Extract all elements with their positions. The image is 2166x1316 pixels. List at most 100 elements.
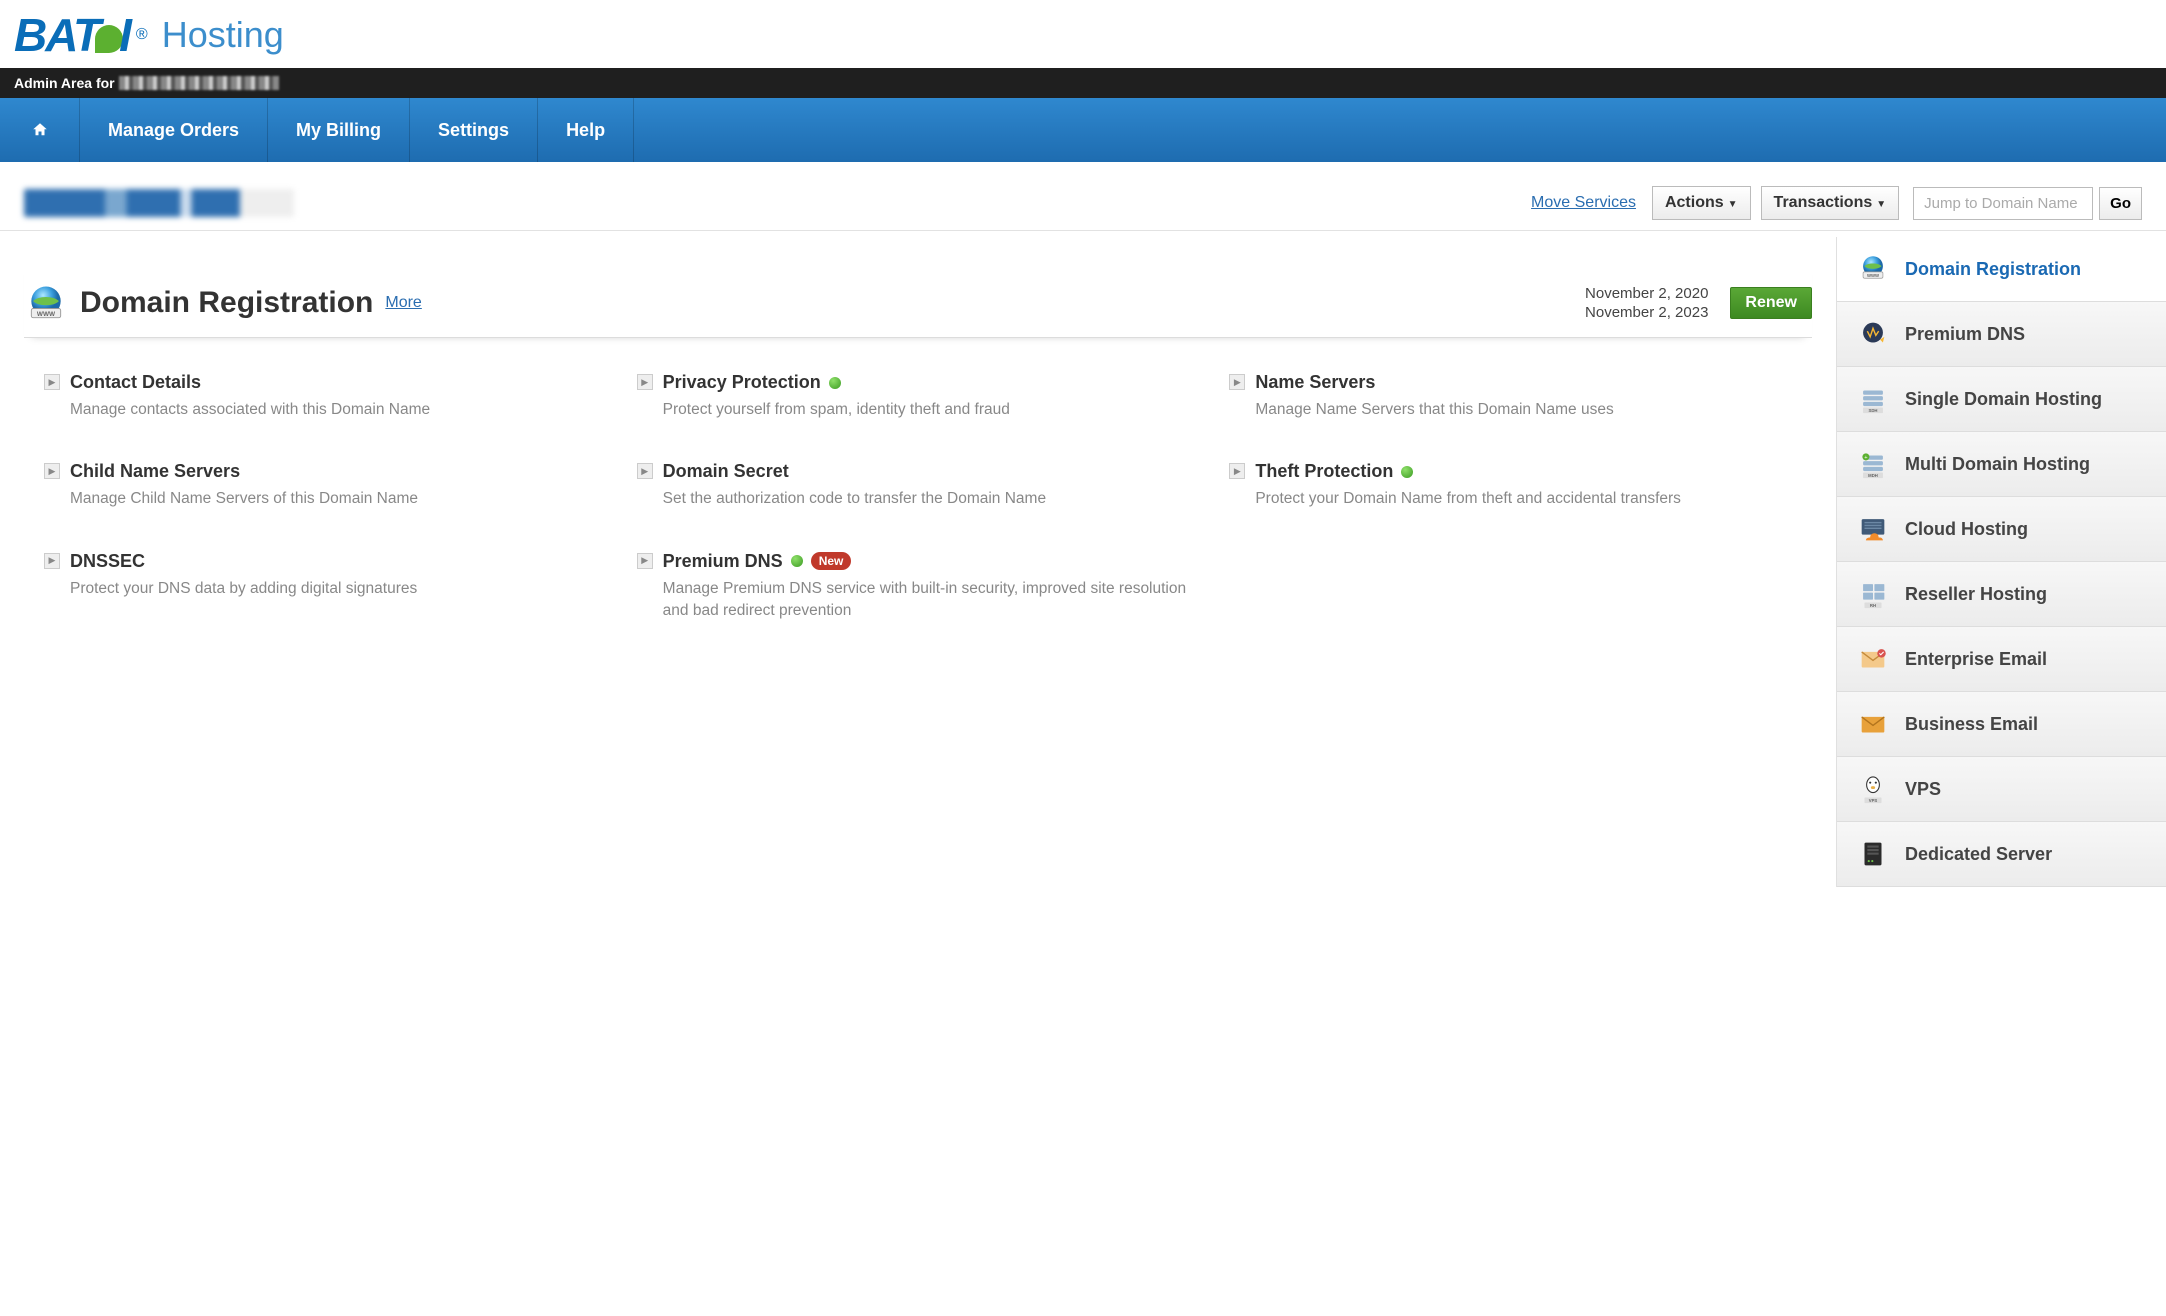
feature-title: Privacy Protection	[663, 372, 1010, 393]
feature-card: ▶Child Name ServersManage Child Name Ser…	[44, 461, 607, 510]
feature-desc: Protect yourself from spam, identity the…	[663, 399, 1010, 421]
feature-desc: Protect your Domain Name from theft and …	[1255, 488, 1681, 510]
nav-label: My Billing	[296, 120, 381, 141]
nav-manage-orders[interactable]: Manage Orders	[80, 98, 268, 162]
feature-card-body[interactable]: Name Servers Manage Name Servers that thi…	[1255, 372, 1613, 421]
feature-card-body[interactable]: Domain Secret Set the authorization code …	[663, 461, 1046, 510]
feature-card-body[interactable]: Theft ProtectionProtect your Domain Name…	[1255, 461, 1681, 510]
brand-header: BATI ® Hosting	[0, 0, 2166, 68]
brand-word: BATI	[14, 8, 130, 62]
nav-home[interactable]	[0, 98, 80, 162]
globe-www-icon: WWW	[24, 281, 68, 325]
arrow-icon: ▶	[637, 463, 653, 479]
feature-card: ▶ Theft ProtectionProtect your Domain Nam…	[1229, 461, 1792, 510]
arrow-icon: ▶	[637, 374, 653, 390]
feature-title: Child Name Servers	[70, 461, 418, 482]
arrow-icon: ▶	[44, 553, 60, 569]
feature-card: ▶ Domain Secret Set the authorization code…	[637, 461, 1200, 510]
caret-down-icon: ▼	[1876, 199, 1886, 210]
sidebar-item-dedicated-server[interactable]: Dedicated Server	[1837, 822, 2166, 887]
main-nav: Manage Orders My Billing Settings Help	[0, 98, 2166, 162]
svg-text:VPS: VPS	[1869, 798, 1878, 803]
home-icon	[30, 121, 50, 139]
sidebar: WWW Domain Registration Premium DNS SDHSing…	[1836, 237, 2166, 887]
main-content: WWW Domain Registration More November 2,…	[0, 231, 1836, 663]
nav-help[interactable]: Help	[538, 98, 634, 162]
sidebar-item-enterprise-email[interactable]: Enterprise Email	[1837, 627, 2166, 692]
nav-my-billing[interactable]: My Billing	[268, 98, 410, 162]
date-start: November 2, 2020	[1585, 284, 1708, 304]
sidebar-item-vps[interactable]: VPS VPS	[1837, 757, 2166, 822]
feature-card-body[interactable]: Privacy Protection Protect yourself from …	[663, 372, 1010, 421]
sidebar-item-domain-registration[interactable]: WWW Domain Registration	[1837, 237, 2166, 302]
dates-block: November 2, 2020 November 2, 2023	[1585, 284, 1708, 323]
feature-desc: Manage Premium DNS service with built-in…	[663, 578, 1200, 623]
globe-icon: WWW	[1855, 251, 1891, 287]
nav-settings[interactable]: Settings	[410, 98, 538, 162]
move-services-link[interactable]: Move Services	[1531, 194, 1636, 212]
caret-down-icon: ▼	[1728, 199, 1738, 210]
sidebar-item-cloud-hosting[interactable]: Cloud Hosting	[1837, 497, 2166, 562]
nav-label: Help	[566, 120, 605, 141]
sidebar-item-label: Reseller Hosting	[1905, 584, 2047, 605]
reseller-icon: RH	[1855, 576, 1891, 612]
admin-name-blurred	[119, 76, 279, 90]
feature-card: ▶ DNSSECProtect your DNS data by adding d…	[44, 551, 607, 623]
nav-label: Settings	[438, 120, 509, 141]
svg-text:MDH: MDH	[1868, 473, 1878, 478]
arrow-icon: ▶	[637, 553, 653, 569]
more-link[interactable]: More	[385, 294, 421, 312]
feature-card-body[interactable]: Child Name Servers Manage Child Name Serv…	[70, 461, 418, 510]
sidebar-item-label: Domain Registration	[1905, 259, 2081, 280]
feature-card-body[interactable]: Contact DetailsManage contacts associate…	[70, 372, 430, 421]
sdh-icon: SDH	[1855, 381, 1891, 417]
feature-title: Premium DNSNew	[663, 551, 1200, 572]
status-dot-icon	[791, 555, 803, 567]
feature-title: Name Servers	[1255, 372, 1613, 393]
sidebar-item-reseller-hosting[interactable]: RH Reseller Hosting	[1837, 562, 2166, 627]
feature-card: ▶ Contact DetailsManage contacts associat…	[44, 372, 607, 421]
feature-card-body[interactable]: Premium DNSNew Manage Premium DNS service…	[663, 551, 1200, 623]
sidebar-item-single-domain-hosting[interactable]: SDHSingle Domain Hosting	[1837, 367, 2166, 432]
sidebar-item-label: Premium DNS	[1905, 324, 2025, 345]
svg-text:WWW: WWW	[37, 311, 56, 318]
date-end: November 2, 2023	[1585, 303, 1708, 323]
feature-card: ▶ Premium DNSNew Manage Premium DNS servic…	[637, 551, 1200, 623]
sidebar-item-label: VPS	[1905, 779, 1941, 800]
server-icon	[1855, 836, 1891, 872]
admin-prefix: Admin Area for	[14, 75, 115, 91]
sidebar-item-premium-dns[interactable]: Premium DNS	[1837, 302, 2166, 367]
sidebar-item-multi-domain-hosting[interactable]: +MDHMulti Domain Hosting	[1837, 432, 2166, 497]
admin-bar: Admin Area for	[0, 68, 2166, 98]
feature-card-body[interactable]: DNSSECProtect your DNS data by adding di…	[70, 551, 417, 623]
transactions-dropdown[interactable]: Transactions▼	[1761, 186, 1900, 220]
sidebar-item-label: Dedicated Server	[1905, 844, 2052, 865]
sidebar-item-label: Cloud Hosting	[1905, 519, 2028, 540]
arrow-icon: ▶	[44, 374, 60, 390]
vps-icon: VPS	[1855, 771, 1891, 807]
feature-card: ▶ Privacy Protection Protect yourself from…	[637, 372, 1200, 421]
feature-title: Contact Details	[70, 372, 430, 393]
jump-domain-input[interactable]	[1913, 187, 2093, 220]
feature-title: DNSSEC	[70, 551, 417, 572]
pdns-icon	[1855, 316, 1891, 352]
go-button[interactable]: Go	[2099, 187, 2142, 220]
arrow-icon: ▶	[1229, 374, 1245, 390]
feature-desc: Manage Child Name Servers of this Domain…	[70, 488, 418, 510]
arrow-icon: ▶	[1229, 463, 1245, 479]
feature-title: Domain Secret	[663, 461, 1046, 482]
reg-mark: ®	[136, 26, 148, 44]
feature-desc: Set the authorization code to transfer t…	[663, 488, 1046, 510]
actions-dropdown[interactable]: Actions▼	[1652, 186, 1751, 220]
nav-label: Manage Orders	[108, 120, 239, 141]
customer-name-blurred	[24, 189, 294, 217]
new-badge: New	[811, 552, 852, 570]
status-dot-icon	[829, 377, 841, 389]
feature-desc: Manage Name Servers that this Domain Nam…	[1255, 399, 1613, 421]
renew-button[interactable]: Renew	[1730, 287, 1812, 319]
section-title: Domain Registration	[80, 286, 373, 320]
feature-card: ▶ Name Servers Manage Name Servers that th…	[1229, 372, 1792, 421]
sidebar-item-label: Enterprise Email	[1905, 649, 2047, 670]
sidebar-item-business-email[interactable]: Business Email	[1837, 692, 2166, 757]
bemail-icon	[1855, 706, 1891, 742]
